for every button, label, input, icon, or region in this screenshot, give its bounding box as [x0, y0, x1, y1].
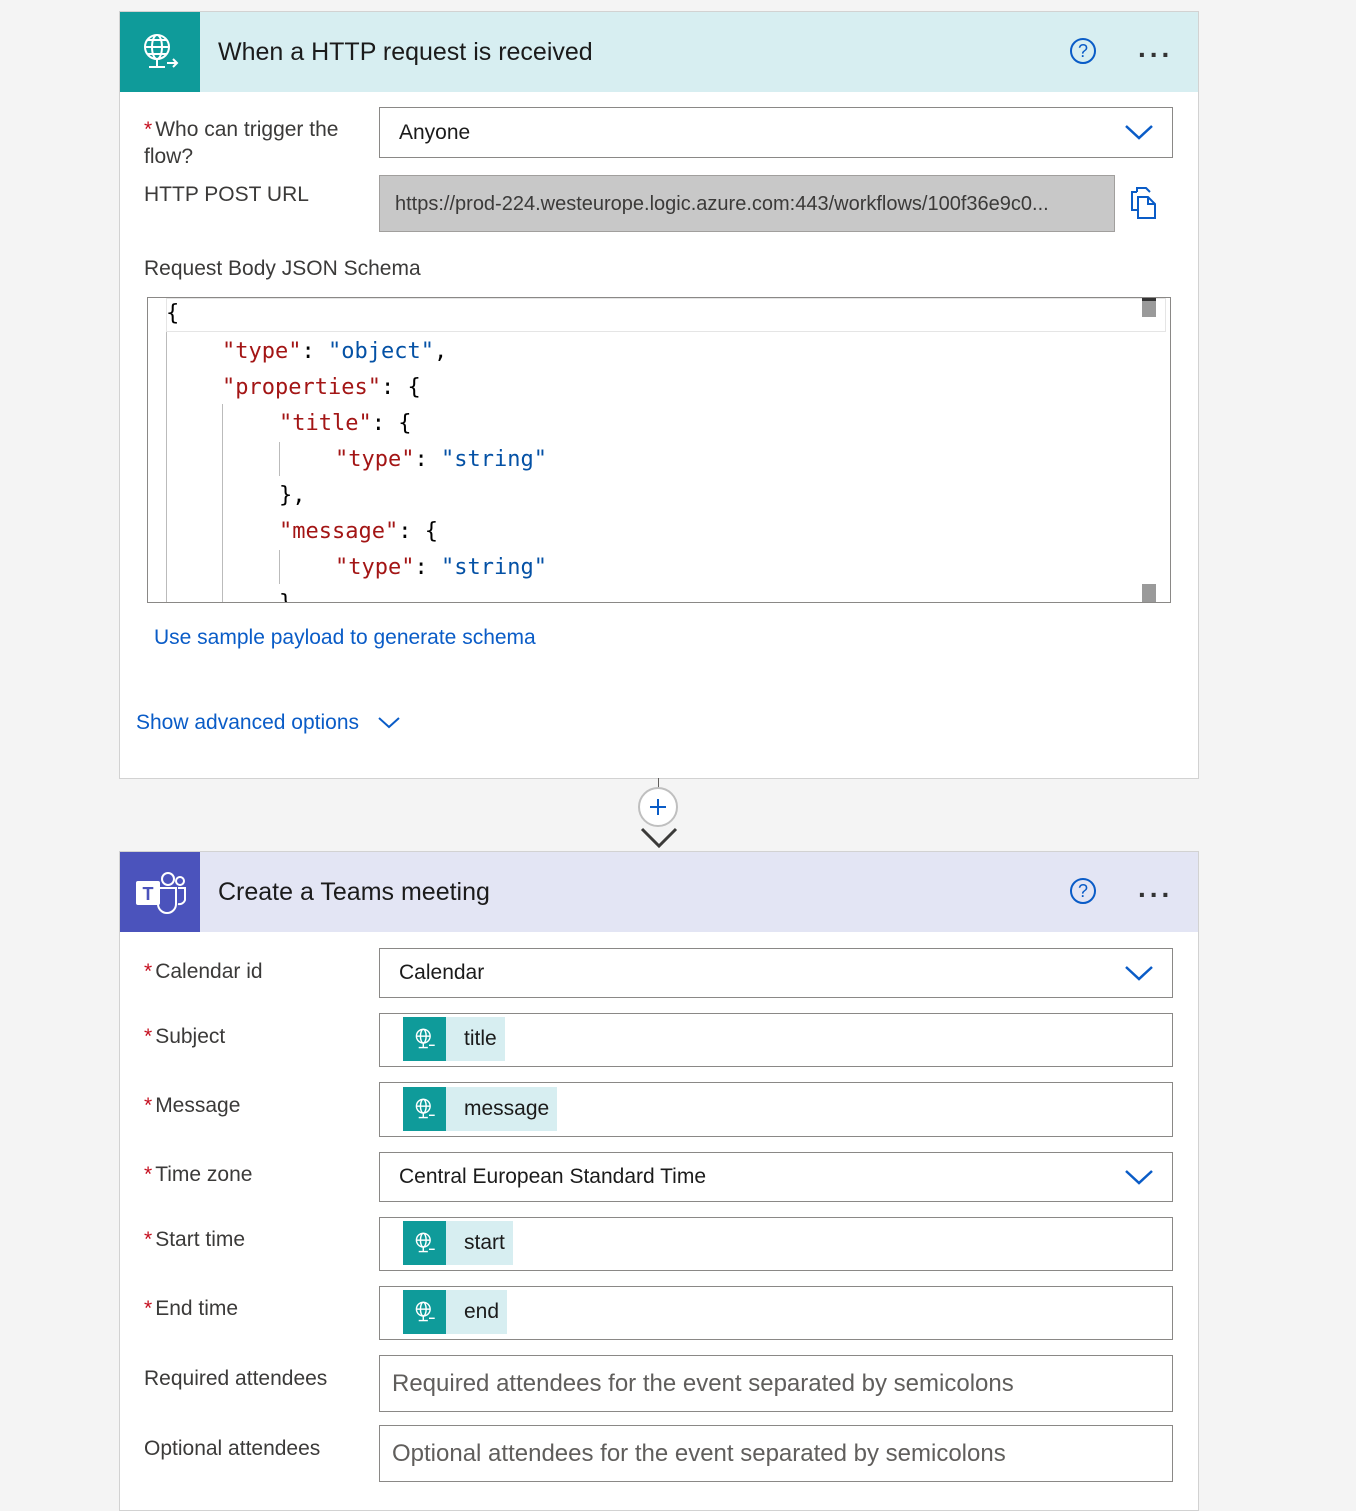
- globe-request-icon: [403, 1221, 446, 1265]
- code-line: }: [279, 586, 292, 602]
- show-advanced-options-label: Show advanced options: [136, 711, 359, 734]
- http-post-url-field[interactable]: https://prod-224.westeurope.logic.azure.…: [379, 175, 1115, 232]
- current-line-highlight: [166, 298, 1166, 332]
- token-label: end: [464, 1300, 500, 1323]
- dynamic-token-title[interactable]: title: [403, 1017, 505, 1061]
- time-zone-value: Central European Standard Time: [399, 1165, 707, 1188]
- time-zone-label: * Time zone: [144, 1163, 253, 1186]
- code-line: "properties": {: [222, 375, 421, 400]
- code-line: "type": "string": [335, 555, 547, 580]
- indent-guide: [279, 442, 280, 476]
- required-attendees-label: Required attendees: [144, 1367, 328, 1390]
- schema-label: Request Body JSON Schema: [144, 257, 421, 280]
- calendar-id-dropdown[interactable]: Calendar: [379, 948, 1173, 998]
- indent-guide: [279, 550, 280, 584]
- http-post-url-label: HTTP POST URL: [144, 183, 309, 206]
- required-attendees-placeholder: Required attendees for the event separat…: [392, 1370, 1014, 1397]
- scrollbar-thumb-top[interactable]: [1142, 298, 1156, 317]
- globe-request-icon: [403, 1017, 446, 1061]
- more-icon[interactable]: ...: [1138, 872, 1173, 904]
- required-attendees-input[interactable]: Required attendees for the event separat…: [379, 1355, 1173, 1412]
- token-label: title: [464, 1027, 497, 1050]
- scrollbar-thumb-bottom[interactable]: [1142, 584, 1156, 602]
- chevron-down-icon: [1125, 966, 1153, 981]
- http-trigger-header[interactable]: When a HTTP request is received ? ...: [120, 12, 1198, 92]
- message-label: * Message: [144, 1094, 241, 1117]
- code-line: "message": {: [279, 519, 438, 544]
- help-icon[interactable]: ?: [1070, 38, 1096, 64]
- http-post-url-value: https://prod-224.westeurope.logic.azure.…: [395, 193, 1049, 215]
- svg-text:T: T: [143, 884, 154, 904]
- end-time-label: * End time: [144, 1297, 239, 1320]
- token-label: message: [464, 1097, 550, 1120]
- who-can-trigger-dropdown[interactable]: Anyone: [379, 107, 1173, 158]
- dynamic-token-end[interactable]: end: [403, 1290, 508, 1334]
- message-field[interactable]: message: [379, 1082, 1173, 1137]
- http-trigger-title: When a HTTP request is received: [218, 38, 593, 66]
- calendar-id-label: * Calendar id: [144, 960, 263, 983]
- chevron-down-icon: [378, 717, 400, 729]
- indent-guide: [222, 404, 223, 602]
- code-line: "type": "string": [335, 447, 547, 472]
- subject-field[interactable]: title: [379, 1013, 1173, 1067]
- use-sample-payload-link[interactable]: Use sample payload to generate schema: [154, 626, 536, 650]
- dynamic-token-message[interactable]: message: [403, 1087, 558, 1131]
- code-line: },: [279, 483, 306, 508]
- copy-icon[interactable]: [1130, 186, 1158, 220]
- teams-meeting-header[interactable]: T Create a Teams meeting ? ...: [120, 852, 1198, 932]
- teams-meeting-card: T Create a Teams meeting ? ... * Calendar…: [119, 851, 1199, 1511]
- indent-guide: [166, 332, 167, 602]
- teams-meeting-title: Create a Teams meeting: [218, 878, 490, 906]
- code-line: "title": {: [279, 411, 412, 436]
- more-icon[interactable]: ...: [1138, 32, 1173, 64]
- plus-icon: [650, 799, 666, 815]
- optional-attendees-input[interactable]: Optional attendees for the event separat…: [379, 1425, 1173, 1482]
- json-schema-editor[interactable]: { "type": "object", "properties": { "tit…: [147, 297, 1171, 603]
- who-can-trigger-label: * Who can trigger the flow?: [144, 118, 339, 168]
- http-trigger-card: When a HTTP request is received ? ... * W…: [119, 11, 1199, 779]
- start-time-label: * Start time: [144, 1228, 246, 1251]
- chevron-down-icon: [1125, 125, 1153, 140]
- subject-label: * Subject: [144, 1025, 226, 1048]
- start-time-field[interactable]: start: [379, 1217, 1173, 1271]
- flow-arrow-icon: [640, 827, 678, 849]
- add-step-button[interactable]: [638, 787, 678, 827]
- optional-attendees-placeholder: Optional attendees for the event separat…: [392, 1440, 1006, 1467]
- globe-request-icon: [403, 1087, 446, 1131]
- globe-request-icon: [120, 12, 200, 92]
- time-zone-dropdown[interactable]: Central European Standard Time: [379, 1152, 1173, 1202]
- calendar-id-value: Calendar: [399, 961, 485, 984]
- code-line: "type": "object",: [222, 339, 448, 364]
- end-time-field[interactable]: end: [379, 1286, 1173, 1340]
- globe-request-icon: [403, 1290, 446, 1334]
- show-advanced-options-link[interactable]: Show advanced options: [136, 711, 401, 735]
- teams-icon: T: [120, 852, 200, 932]
- chevron-down-icon: [1125, 1170, 1153, 1185]
- code-line: {: [166, 301, 180, 326]
- dynamic-token-start[interactable]: start: [403, 1221, 513, 1265]
- token-label: start: [464, 1231, 505, 1254]
- optional-attendees-label: Optional attendees: [144, 1437, 321, 1460]
- who-can-trigger-value: Anyone: [399, 121, 471, 144]
- help-icon[interactable]: ?: [1070, 878, 1096, 904]
